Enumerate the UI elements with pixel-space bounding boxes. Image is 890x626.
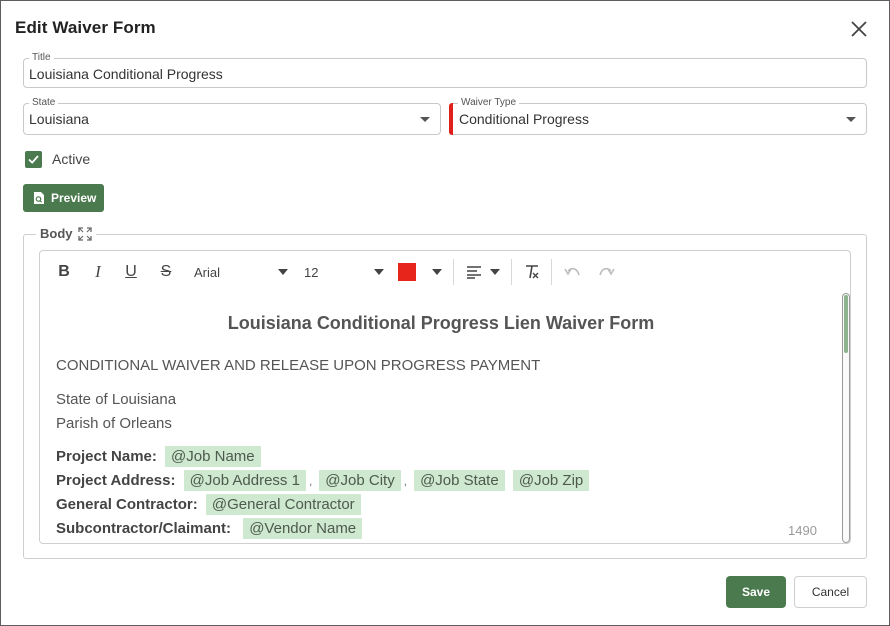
chevron-down-icon [420,117,430,122]
text-color-picker[interactable] [398,262,442,282]
body-label: Body [40,226,73,241]
toolbar-divider [511,259,512,285]
expand-icon[interactable] [77,226,92,241]
edit-waiver-dialog: Edit Waiver Form Title Louisiana Conditi… [0,0,890,626]
body-legend: Body [36,226,96,241]
preview-label: Preview [51,191,97,205]
underline-button[interactable]: U [122,262,140,282]
clear-formatting-icon [526,265,539,279]
toolbar-divider [453,259,454,285]
required-indicator [449,103,453,135]
underline-icon: U [125,263,137,280]
document-heading: Louisiana Conditional Progress Lien Waiv… [227,313,655,333]
save-button[interactable]: Save [726,576,786,608]
align-left-icon [467,266,481,279]
merge-tag: @General Contractor [205,494,361,515]
separator: , [308,474,313,488]
chevron-down-icon [374,269,384,275]
italic-button[interactable]: I [89,262,107,282]
merge-tag: @Vendor Name [243,518,363,539]
editor-toolbar: B I U S Arial 12 [40,251,850,293]
font-family-value: Arial [194,264,221,280]
parish-line: Parish of Orleans [56,415,172,432]
project-address-label: Project Address: [56,472,176,489]
chevron-down-icon [432,269,442,275]
state-label: State [29,97,59,109]
cancel-button[interactable]: Cancel [794,576,867,608]
merge-tag: @Job City [319,470,401,491]
merge-tag: @Job State [414,470,505,491]
close-button[interactable] [846,16,872,42]
toolbar-divider [551,259,552,285]
preview-button[interactable]: Preview [23,184,104,212]
editor-scrollbar[interactable] [842,293,850,543]
document-preview-icon [34,192,44,204]
redo-button[interactable] [596,262,616,282]
document-subheading: CONDITIONAL WAIVER AND RELEASE UPON PROG… [56,357,541,374]
text-color-swatch [398,263,416,281]
title-label: Title [29,52,54,64]
state-line: State of Louisiana [56,391,177,408]
gc-label: General Contractor: [56,496,198,513]
close-icon [851,21,867,37]
clear-formatting-button[interactable] [522,262,542,282]
project-name-label: Project Name: [56,448,157,465]
title-input-value[interactable]: Louisiana Conditional Progress [29,66,223,82]
align-select[interactable] [466,262,500,282]
chevron-down-icon [490,269,500,275]
rich-text-editor[interactable]: B I U S Arial 12 Louisiana Conditional P… [39,250,851,544]
title-field[interactable]: Title Louisiana Conditional Progress [23,52,867,88]
state-value: Louisiana [29,111,89,127]
font-size-value: 12 [304,264,319,280]
undo-icon [563,267,580,276]
chevron-down-icon [278,269,288,275]
subcontractor-row: Subcontractor/Claimant: @Vendor Name [56,518,363,539]
project-name-row: Project Name: @Job Name [56,446,261,467]
waiver-type-select[interactable]: Waiver Type Conditional Progress [449,97,867,135]
waiver-type-label: Waiver Type [458,97,520,109]
merge-tag: @Job Zip [512,470,590,491]
state-select[interactable]: State Louisiana [23,97,441,135]
dialog-title: Edit Waiver Form [15,18,156,37]
waiver-type-value: Conditional Progress [459,111,589,127]
scrollbar-thumb[interactable] [844,295,848,353]
redo-icon [598,267,615,276]
check-icon [28,155,39,164]
merge-tag: @Job Name [165,446,261,467]
strikethrough-button[interactable]: S [157,262,175,282]
general-contractor-row: General Contractor: @General Contractor [56,494,361,515]
active-checkbox[interactable] [25,151,42,168]
active-label: Active [52,151,91,167]
separator: , [403,474,408,488]
italic-icon: I [95,262,101,281]
bold-button[interactable]: B [55,262,73,282]
chevron-down-icon [846,117,856,122]
bold-icon: B [58,263,70,280]
strikethrough-icon: S [160,263,172,280]
merge-tag: @Job Address 1 [183,470,306,491]
character-count: 1490 [788,523,817,538]
project-address-row: Project Address: @Job Address 1, @Job Cit… [56,470,590,491]
font-size-select[interactable]: 12 [304,262,384,282]
editor-content[interactable]: Louisiana Conditional Progress Lien Waiv… [56,293,836,543]
undo-button[interactable] [562,262,582,282]
sub-label: Subcontractor/Claimant: [56,520,232,537]
font-family-select[interactable]: Arial [194,262,288,282]
